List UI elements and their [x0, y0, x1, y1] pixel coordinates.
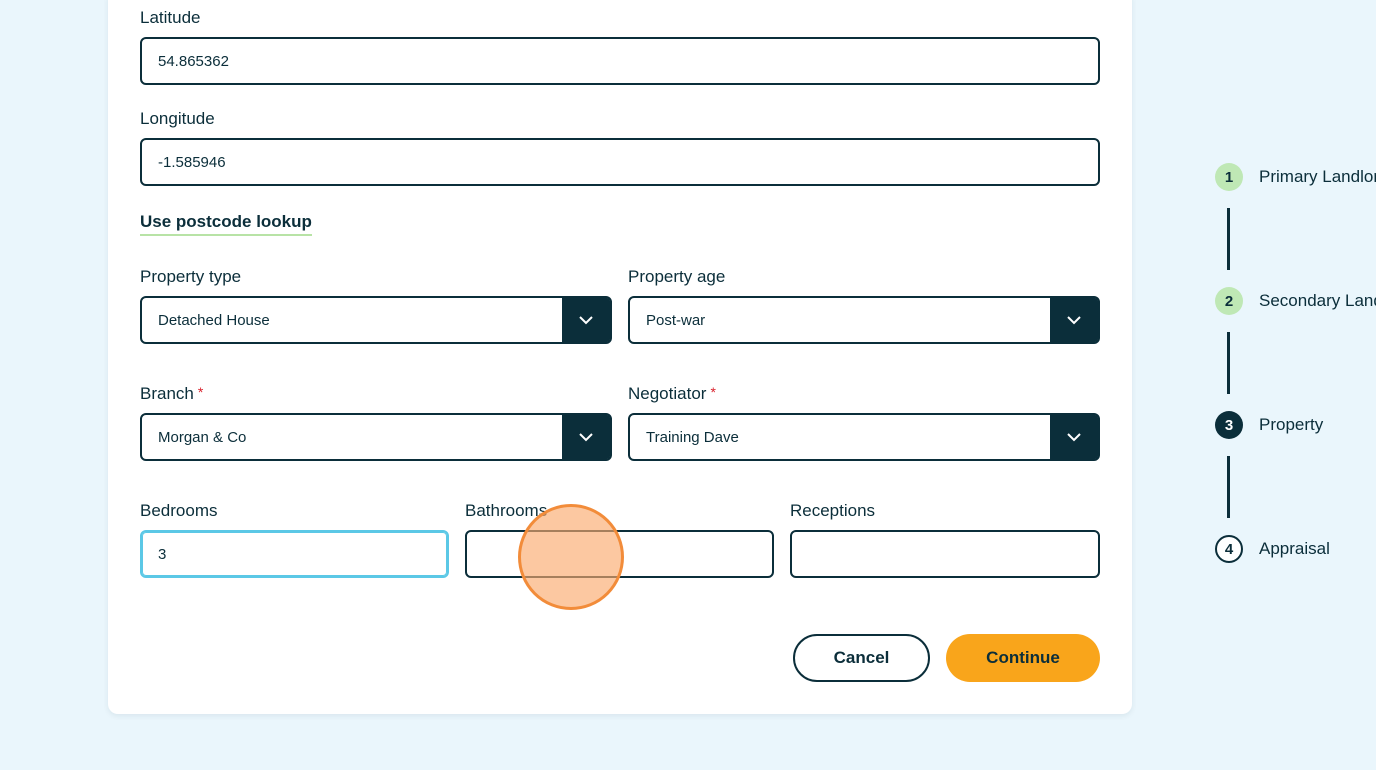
bathrooms-input[interactable] — [465, 530, 774, 578]
property-form-card — [108, 0, 1132, 714]
use-postcode-lookup-link[interactable]: Use postcode lookup — [140, 212, 312, 236]
branch-value: Morgan & Co — [158, 428, 247, 446]
longitude-value: -1.585946 — [158, 153, 226, 171]
step-1-circle: 1 — [1215, 163, 1243, 191]
branch-select[interactable]: Morgan & Co — [140, 413, 612, 461]
cancel-button[interactable]: Cancel — [793, 634, 930, 682]
negotiator-label: Negotiator * — [628, 384, 716, 403]
step-4-circle: 4 — [1215, 535, 1243, 563]
chevron-down-icon — [1050, 298, 1098, 342]
step-connector — [1227, 332, 1230, 394]
chevron-down-icon — [562, 298, 610, 342]
negotiator-select[interactable]: Training Dave — [628, 413, 1100, 461]
progress-stepper: 1 Primary Landlord 2 Secondary Landlord … — [1140, 0, 1376, 770]
bathrooms-label: Bathrooms — [465, 501, 548, 520]
branch-label: Branch * — [140, 384, 204, 403]
chevron-down-icon — [562, 415, 610, 459]
property-age-select[interactable]: Post-war — [628, 296, 1100, 344]
step-2-label[interactable]: Secondary Landlord — [1259, 291, 1376, 311]
receptions-input[interactable] — [790, 530, 1100, 578]
step-connector — [1227, 456, 1230, 518]
required-marker: * — [710, 384, 716, 400]
property-age-label: Property age — [628, 267, 726, 286]
continue-button[interactable]: Continue — [946, 634, 1100, 682]
bedrooms-input[interactable]: 3 — [140, 530, 449, 578]
chevron-down-icon — [1050, 415, 1098, 459]
property-type-value: Detached House — [158, 311, 270, 329]
longitude-input[interactable]: -1.585946 — [140, 138, 1100, 186]
bedrooms-value: 3 — [158, 545, 167, 563]
latitude-input[interactable]: 54.865362 — [140, 37, 1100, 85]
receptions-label: Receptions — [790, 501, 876, 520]
property-age-value: Post-war — [646, 311, 706, 329]
latitude-value: 54.865362 — [158, 52, 229, 70]
longitude-label: Longitude — [140, 109, 215, 128]
latitude-label: Latitude — [140, 8, 201, 27]
negotiator-value: Training Dave — [646, 428, 739, 446]
property-type-label: Property type — [140, 267, 242, 286]
property-type-select[interactable]: Detached House — [140, 296, 612, 344]
step-4-label[interactable]: Appraisal — [1259, 539, 1330, 559]
step-1-label[interactable]: Primary Landlord — [1259, 167, 1376, 187]
step-2-circle: 2 — [1215, 287, 1243, 315]
step-3-label[interactable]: Property — [1259, 415, 1323, 435]
required-marker: * — [197, 384, 204, 400]
step-connector — [1227, 208, 1230, 270]
bedrooms-label: Bedrooms — [140, 501, 218, 520]
step-3-circle: 3 — [1215, 411, 1243, 439]
